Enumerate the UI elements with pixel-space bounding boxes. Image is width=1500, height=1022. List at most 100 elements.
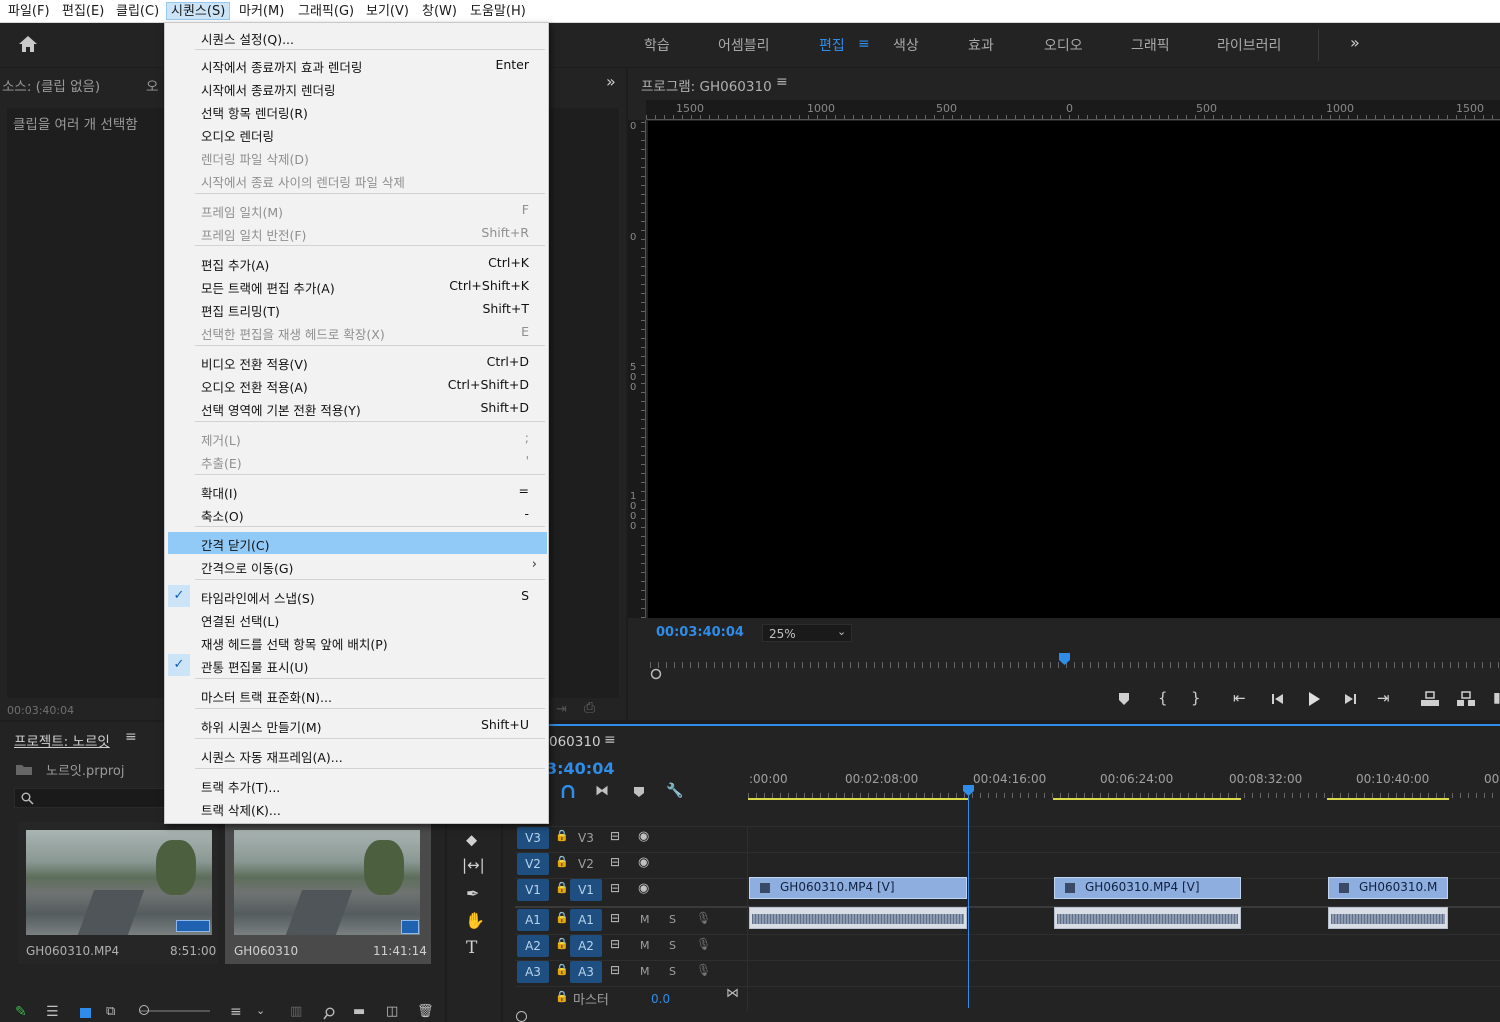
sequence-menu-item[interactable]: 선택 항목 렌더링(R) [168, 100, 547, 122]
lock-icon[interactable]: 🔒 [555, 855, 569, 868]
sequence-menu-item[interactable]: 시작에서 종료까지 효과 렌더링 Enter [168, 54, 547, 76]
pencil-icon[interactable]: ✎ [15, 1004, 27, 1020]
menu-graphics[interactable]: 그래픽(G) [294, 3, 358, 21]
automate-icon[interactable]: ▥ [290, 1004, 302, 1019]
program-monitor-title[interactable]: 프로그램: GH060310 [641, 75, 772, 95]
track-source-a1[interactable]: A1 [517, 909, 549, 931]
menu-help[interactable]: 도움말(H) [466, 3, 530, 21]
menu-edit[interactable]: 편집(E) [58, 3, 108, 21]
workspace-tab-libraries[interactable]: 라이브러리 [1217, 35, 1281, 55]
menu-window[interactable]: 창(W) [418, 3, 461, 21]
lift-icon[interactable] [1420, 691, 1440, 707]
sequence-menu-item[interactable]: 비디오 전환 적용(V) Ctrl+D [168, 351, 547, 373]
track-source-v3[interactable]: V3 [517, 827, 549, 849]
project-search-input[interactable] [14, 788, 174, 808]
sequence-menu-item[interactable]: 오디오 렌더링 [168, 123, 547, 145]
track-label-v3[interactable]: V3 [578, 831, 594, 845]
timeline-zoom-handle[interactable] [516, 1011, 527, 1022]
sequence-menu-item[interactable]: 간격으로 이동(G) › [168, 555, 547, 577]
lock-icon[interactable]: 🔒 [555, 829, 569, 842]
playhead-marker-icon[interactable] [962, 784, 975, 797]
play-icon[interactable] [1307, 691, 1321, 707]
insert-icon[interactable]: ⇥ [556, 702, 567, 717]
project-item[interactable]: GH060310 11:41:14 [225, 822, 431, 964]
source-panel-title[interactable]: 소스: (클립 없음) [2, 75, 100, 95]
menu-view[interactable]: 보기(V) [362, 3, 413, 21]
menu-file[interactable]: 파일(F) [4, 3, 54, 21]
sequence-menu-item[interactable]: 축소(O) - [168, 503, 547, 525]
project-menu-icon[interactable]: ≡ [125, 729, 137, 745]
sequence-menu-item[interactable]: 트랙 추가(T)... [168, 774, 547, 796]
source-panel-tab2[interactable]: 오 [146, 75, 158, 95]
mic-icon[interactable]: 🎙 [696, 911, 711, 925]
program-scrub-bar[interactable] [650, 656, 1500, 668]
timeline-timecode[interactable]: 3:40:04 [546, 759, 614, 778]
timeline-menu-icon[interactable]: ≡ [604, 732, 616, 748]
mute-button[interactable]: M [640, 965, 650, 978]
track-source-v2[interactable]: V2 [517, 853, 549, 875]
find-icon[interactable] [323, 1007, 336, 1020]
mute-button[interactable]: M [640, 913, 650, 926]
playhead-marker-icon[interactable] [1058, 652, 1071, 666]
new-bin-icon[interactable]: ▬ [353, 1004, 365, 1019]
audio-clip[interactable] [749, 907, 967, 929]
pen-icon[interactable]: ✒ [466, 884, 479, 903]
track-source-a2[interactable]: A2 [517, 935, 549, 957]
mark-in-icon[interactable]: { [1158, 689, 1168, 707]
sequence-menu-item[interactable]: 하위 시퀀스 만들기(M) Shift+U [168, 714, 547, 736]
track-source-a3[interactable]: A3 [517, 961, 549, 983]
audio-clip[interactable] [1054, 907, 1241, 929]
eye-icon[interactable]: ◉ [638, 855, 649, 870]
program-video-frame[interactable] [648, 121, 1500, 618]
workspace-tab-effects[interactable]: 효과 [968, 35, 994, 55]
sequence-menu-item[interactable]: 선택 영역에 기본 전환 적용(Y) Shift+D [168, 397, 547, 419]
eye-icon[interactable]: ◉ [638, 881, 649, 896]
export-frame-icon[interactable]: ⎙ [584, 700, 595, 716]
timeline-playhead[interactable] [968, 790, 969, 1008]
sequence-menu-item[interactable]: 모든 트랙에 편집 추가(A) Ctrl+Shift+K [168, 275, 547, 297]
sequence-menu-item[interactable]: 확대(I) = [168, 480, 547, 502]
workspace-tab-assembly[interactable]: 어셈블리 [718, 35, 770, 55]
lock-icon[interactable]: 🔒 [555, 990, 569, 1003]
workspace-overflow-icon[interactable]: » [1350, 33, 1360, 52]
lock-icon[interactable]: 🔒 [555, 881, 569, 894]
sequence-menu-item[interactable]: 편집 트리밍(T) Shift+T [168, 298, 547, 320]
workspace-menu-icon[interactable]: ≡ [858, 36, 870, 52]
program-timecode[interactable]: 00:03:40:04 [656, 625, 744, 640]
zoom-slider[interactable] [140, 1010, 210, 1012]
timeline-ruler[interactable] [748, 788, 1500, 798]
zoom-handle-icon[interactable] [650, 668, 662, 680]
sequence-menu-item[interactable]: ✓ 관통 편집물 표시(U) [168, 654, 547, 676]
sequence-menu-item[interactable]: 오디오 전환 적용(A) Ctrl+Shift+D [168, 374, 547, 396]
track-source-v1[interactable]: V1 [517, 879, 549, 901]
step-back-icon[interactable] [1271, 693, 1285, 705]
workspace-tab-learning[interactable]: 학습 [644, 35, 670, 55]
add-marker-icon[interactable] [1117, 692, 1131, 706]
solo-button[interactable]: S [669, 965, 676, 978]
menu-sequence[interactable]: 시퀀스(S) [166, 2, 231, 20]
lock-icon[interactable]: 🔒 [555, 937, 569, 950]
track-target-v1[interactable]: V1 [570, 879, 602, 901]
wrench-icon[interactable]: 🔧 [666, 783, 683, 799]
video-clip[interactable]: GH060310.MP4 [V] [1054, 877, 1241, 899]
step-forward-icon[interactable] [1343, 693, 1357, 705]
sync-lock-icon[interactable]: ⊟ [610, 911, 620, 925]
sequence-menu-item[interactable]: ✓ 타임라인에서 스냅(S) S [168, 585, 547, 607]
sync-lock-icon[interactable]: ⊟ [610, 963, 620, 977]
track-target-a2[interactable]: A2 [570, 935, 602, 957]
sequence-menu-item[interactable]: 시작에서 종료까지 렌더링 [168, 77, 547, 99]
chevron-down-icon[interactable]: ⌄ [256, 1004, 265, 1017]
slip-icon[interactable]: |↔| [462, 856, 485, 874]
sequence-menu-item[interactable]: 연결된 선택(L) [168, 608, 547, 630]
menu-marker[interactable]: 마커(M) [235, 3, 288, 21]
project-panel-title[interactable]: 프로젝트: 노르잇 [14, 730, 110, 750]
add-marker-icon[interactable] [633, 786, 645, 798]
sequence-menu-item[interactable]: 마스터 트랙 표준화(N)... [168, 684, 547, 706]
sync-lock-icon[interactable]: ⊟ [610, 881, 620, 895]
mic-icon[interactable]: 🎙 [696, 963, 711, 977]
project-item[interactable]: GH060310.MP4 8:51:00 [18, 822, 218, 964]
zoom-select[interactable]: 25% ⌄ [762, 624, 852, 642]
linked-selection-icon[interactable]: ⧓ [595, 783, 609, 799]
list-view-icon[interactable]: ☰ [46, 1004, 59, 1020]
solo-button[interactable]: S [669, 939, 676, 952]
